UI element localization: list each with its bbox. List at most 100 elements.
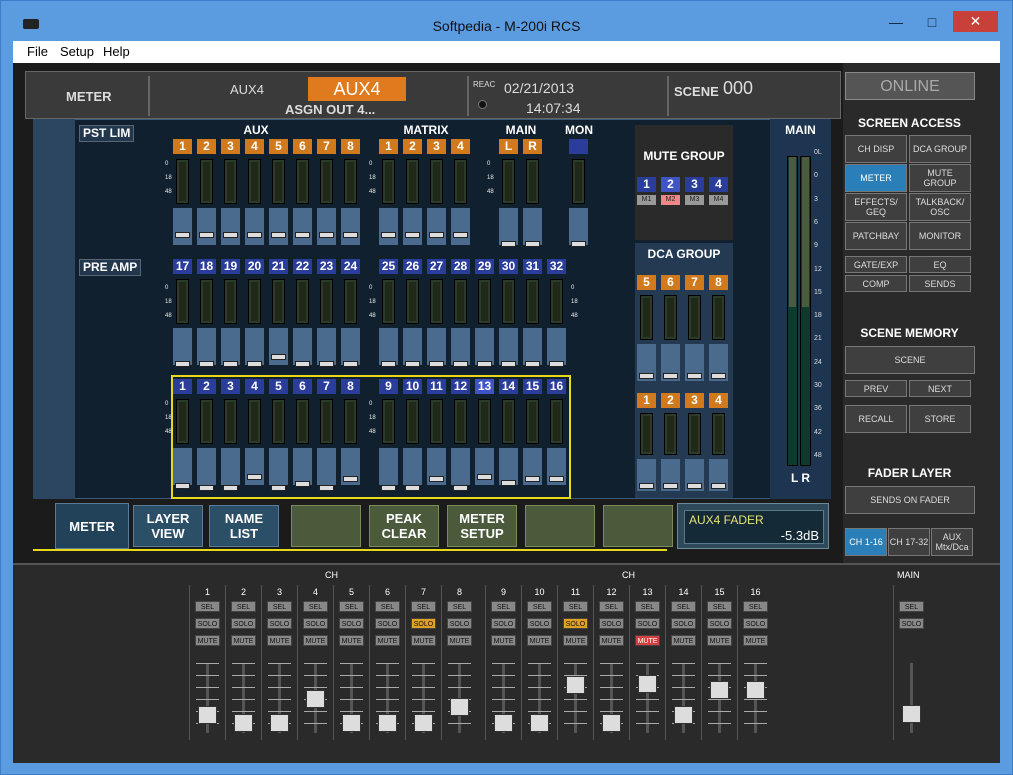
meter-strip[interactable]: 19 xyxy=(221,259,240,368)
main-sel-button[interactable]: SEL xyxy=(899,601,924,612)
fader-cap[interactable] xyxy=(453,485,468,491)
sel-button[interactable]: SEL xyxy=(195,601,220,612)
fader-cap[interactable] xyxy=(319,361,334,368)
meter-strip[interactable]: 5 xyxy=(269,139,288,247)
fader-cap[interactable] xyxy=(687,372,702,379)
fader-cap[interactable] xyxy=(429,475,444,482)
fader-cap[interactable] xyxy=(295,361,310,368)
mute-group-button[interactable]: 2 xyxy=(661,177,680,192)
fader-knob[interactable] xyxy=(746,681,765,699)
mute-button[interactable]: MUTE xyxy=(491,635,516,646)
meter-strip[interactable]: 26 xyxy=(403,259,422,368)
fader-cap[interactable] xyxy=(175,232,190,239)
meter-strip[interactable]: 4 xyxy=(451,139,470,247)
solo-button[interactable]: SOLO xyxy=(231,618,256,629)
meter-strip[interactable]: 9 xyxy=(379,379,398,491)
meter-strip[interactable]: 13 xyxy=(475,379,494,487)
meter-strip[interactable]: 11 xyxy=(427,379,446,487)
mute-button[interactable]: MUTE xyxy=(231,635,256,646)
mute-button[interactable]: MUTE xyxy=(447,635,472,646)
fader-cap[interactable] xyxy=(525,361,540,368)
meter-strip[interactable]: 6 xyxy=(661,275,680,383)
fader-cap[interactable] xyxy=(501,241,516,248)
fader-cap[interactable] xyxy=(711,483,726,489)
meter-strip[interactable]: 32 xyxy=(547,259,566,368)
sel-button[interactable]: SEL xyxy=(231,601,256,612)
fader-cap[interactable] xyxy=(525,241,540,248)
fader-cap[interactable] xyxy=(223,485,238,491)
mute-button[interactable]: MUTE xyxy=(707,635,732,646)
mute-button[interactable]: MUTE xyxy=(339,635,364,646)
screen-access-mute-group[interactable]: MUTE GROUP xyxy=(909,164,971,192)
solo-button[interactable]: SOLO xyxy=(303,618,328,629)
fader-cap[interactable] xyxy=(453,232,468,239)
fader-cap[interactable] xyxy=(271,232,286,239)
mute-group-button[interactable]: 3 xyxy=(685,177,704,192)
meter-strip[interactable]: 3 xyxy=(221,379,240,491)
solo-button[interactable]: SOLO xyxy=(527,618,552,629)
sel-button[interactable]: SEL xyxy=(635,601,660,612)
mute-button[interactable]: MUTE xyxy=(563,635,588,646)
fader-cap[interactable] xyxy=(199,232,214,239)
scene-button[interactable]: SCENE xyxy=(845,346,975,374)
fader-cap[interactable] xyxy=(199,361,214,368)
minimize-icon[interactable]: — xyxy=(883,13,909,33)
sel-button[interactable]: SEL xyxy=(743,601,768,612)
meter-strip[interactable]: 18 xyxy=(197,259,216,368)
fader-cap[interactable] xyxy=(405,361,420,368)
meter-strip[interactable]: 8 xyxy=(341,139,360,247)
mute-group-button[interactable]: 1 xyxy=(637,177,656,192)
fader-knob[interactable] xyxy=(234,714,253,732)
fader-cap[interactable] xyxy=(711,372,726,379)
layer-ch-1-16[interactable]: CH 1-16 xyxy=(845,528,887,556)
fader-cap[interactable] xyxy=(687,483,702,489)
screen-access-patchbay[interactable]: PATCHBAY xyxy=(845,222,907,250)
fader-cap[interactable] xyxy=(343,232,358,239)
sel-button[interactable]: SEL xyxy=(375,601,400,612)
screen-access-comp[interactable]: COMP xyxy=(845,275,907,292)
sel-button[interactable]: SEL xyxy=(671,601,696,612)
fader-knob[interactable] xyxy=(566,676,585,695)
meter-strip[interactable]: 1 xyxy=(173,379,192,490)
solo-button[interactable]: SOLO xyxy=(707,618,732,629)
menu-help[interactable]: Help xyxy=(103,44,130,59)
meter-strip[interactable]: 4 xyxy=(245,379,264,487)
sel-button[interactable]: SEL xyxy=(599,601,624,612)
meter-strip[interactable]: 4 xyxy=(709,393,728,493)
fader-cap[interactable] xyxy=(381,485,396,491)
screen-access-sends[interactable]: SENDS xyxy=(909,275,971,292)
meter-strip[interactable]: 1 xyxy=(637,393,656,493)
meter-strip[interactable]: 3 xyxy=(427,139,446,247)
fader-knob[interactable] xyxy=(306,690,325,708)
meter-strip[interactable]: 20 xyxy=(245,259,264,368)
meter-strip[interactable]: 2 xyxy=(197,379,216,491)
menu-file[interactable]: File xyxy=(27,44,48,59)
mute-button[interactable]: MUTE xyxy=(267,635,292,646)
solo-button[interactable]: SOLO xyxy=(195,618,220,629)
tab-meter-setup[interactable]: METER SETUP xyxy=(447,505,517,547)
fader-cap[interactable] xyxy=(223,232,238,239)
solo-button[interactable]: SOLO xyxy=(339,618,364,629)
main-fader-knob[interactable] xyxy=(902,705,921,723)
fader-cap[interactable] xyxy=(477,474,492,480)
fader-knob[interactable] xyxy=(270,714,289,732)
meter-strip[interactable]: 1 xyxy=(379,139,398,247)
mute-button[interactable]: MUTE xyxy=(599,635,624,646)
meter-strip[interactable]: L xyxy=(499,139,518,248)
solo-button[interactable]: SOLO xyxy=(267,618,292,629)
fader-cap[interactable] xyxy=(453,361,468,368)
sel-button[interactable]: SEL xyxy=(339,601,364,612)
fader-cap[interactable] xyxy=(571,241,586,248)
sel-button[interactable]: SEL xyxy=(527,601,552,612)
mute-button[interactable]: MUTE xyxy=(671,635,696,646)
fader-cap[interactable] xyxy=(295,481,310,488)
meter-strip[interactable]: R xyxy=(523,139,542,248)
sends-on-fader-button[interactable]: SENDS ON FADER xyxy=(845,486,975,514)
screen-access-gate-exp[interactable]: GATE/EXP xyxy=(845,256,907,273)
fader-cap[interactable] xyxy=(429,361,444,368)
tab-blank-6[interactable] xyxy=(525,505,595,547)
close-icon[interactable]: ✕ xyxy=(953,11,998,32)
fader-cap[interactable] xyxy=(319,485,334,491)
sel-button[interactable]: SEL xyxy=(411,601,436,612)
fader-cap[interactable] xyxy=(663,483,678,489)
